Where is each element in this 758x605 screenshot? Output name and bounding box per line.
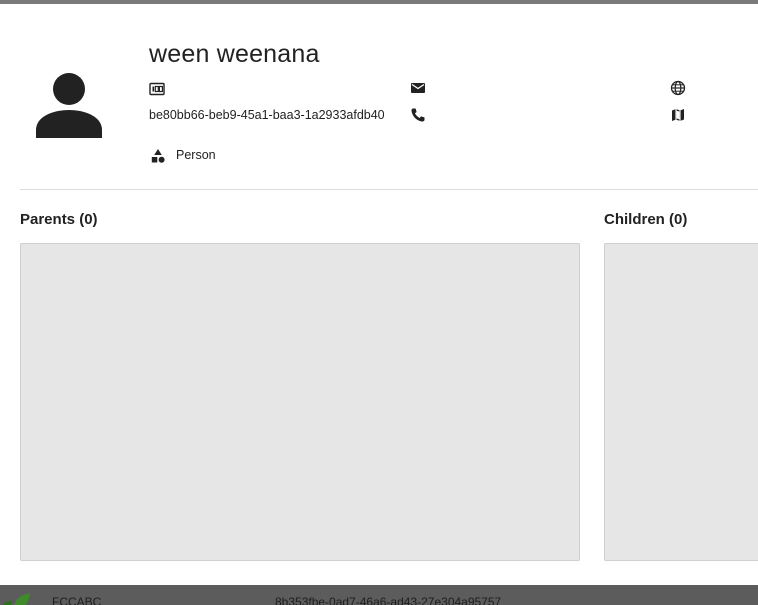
profile-id: be80bb66-beb9-45a1-baa3-1a2933afdb40 [149,108,385,122]
profile-panel: ween weenana be80bb66-beb9-45a1-baa3-1a2… [0,4,758,585]
profile-type: Person [176,148,216,162]
header-divider [20,189,758,190]
row-id: 8b353fbe-0ad7-46a6-ad43-27e304a95757 [275,595,502,605]
parents-graph-area[interactable] [20,243,580,561]
email-icon[interactable] [410,80,426,96]
map-icon[interactable] [670,107,686,123]
phone-icon[interactable] [410,107,426,123]
row-name: FCCABC [52,595,102,605]
leaf-logo-icon [0,591,36,605]
table-row[interactable]: FCCABC 8b353fbe-0ad7-46a6-ad43-27e304a95… [0,585,758,605]
children-graph-area[interactable] [604,243,758,561]
person-avatar-icon [36,72,102,138]
category-shapes-icon [150,148,166,164]
children-title: Children (0) [604,211,688,228]
parents-title: Parents (0) [20,211,98,228]
profile-name: ween weenana [149,40,320,68]
globe-icon[interactable] [670,80,686,96]
id-card-icon [149,81,165,97]
